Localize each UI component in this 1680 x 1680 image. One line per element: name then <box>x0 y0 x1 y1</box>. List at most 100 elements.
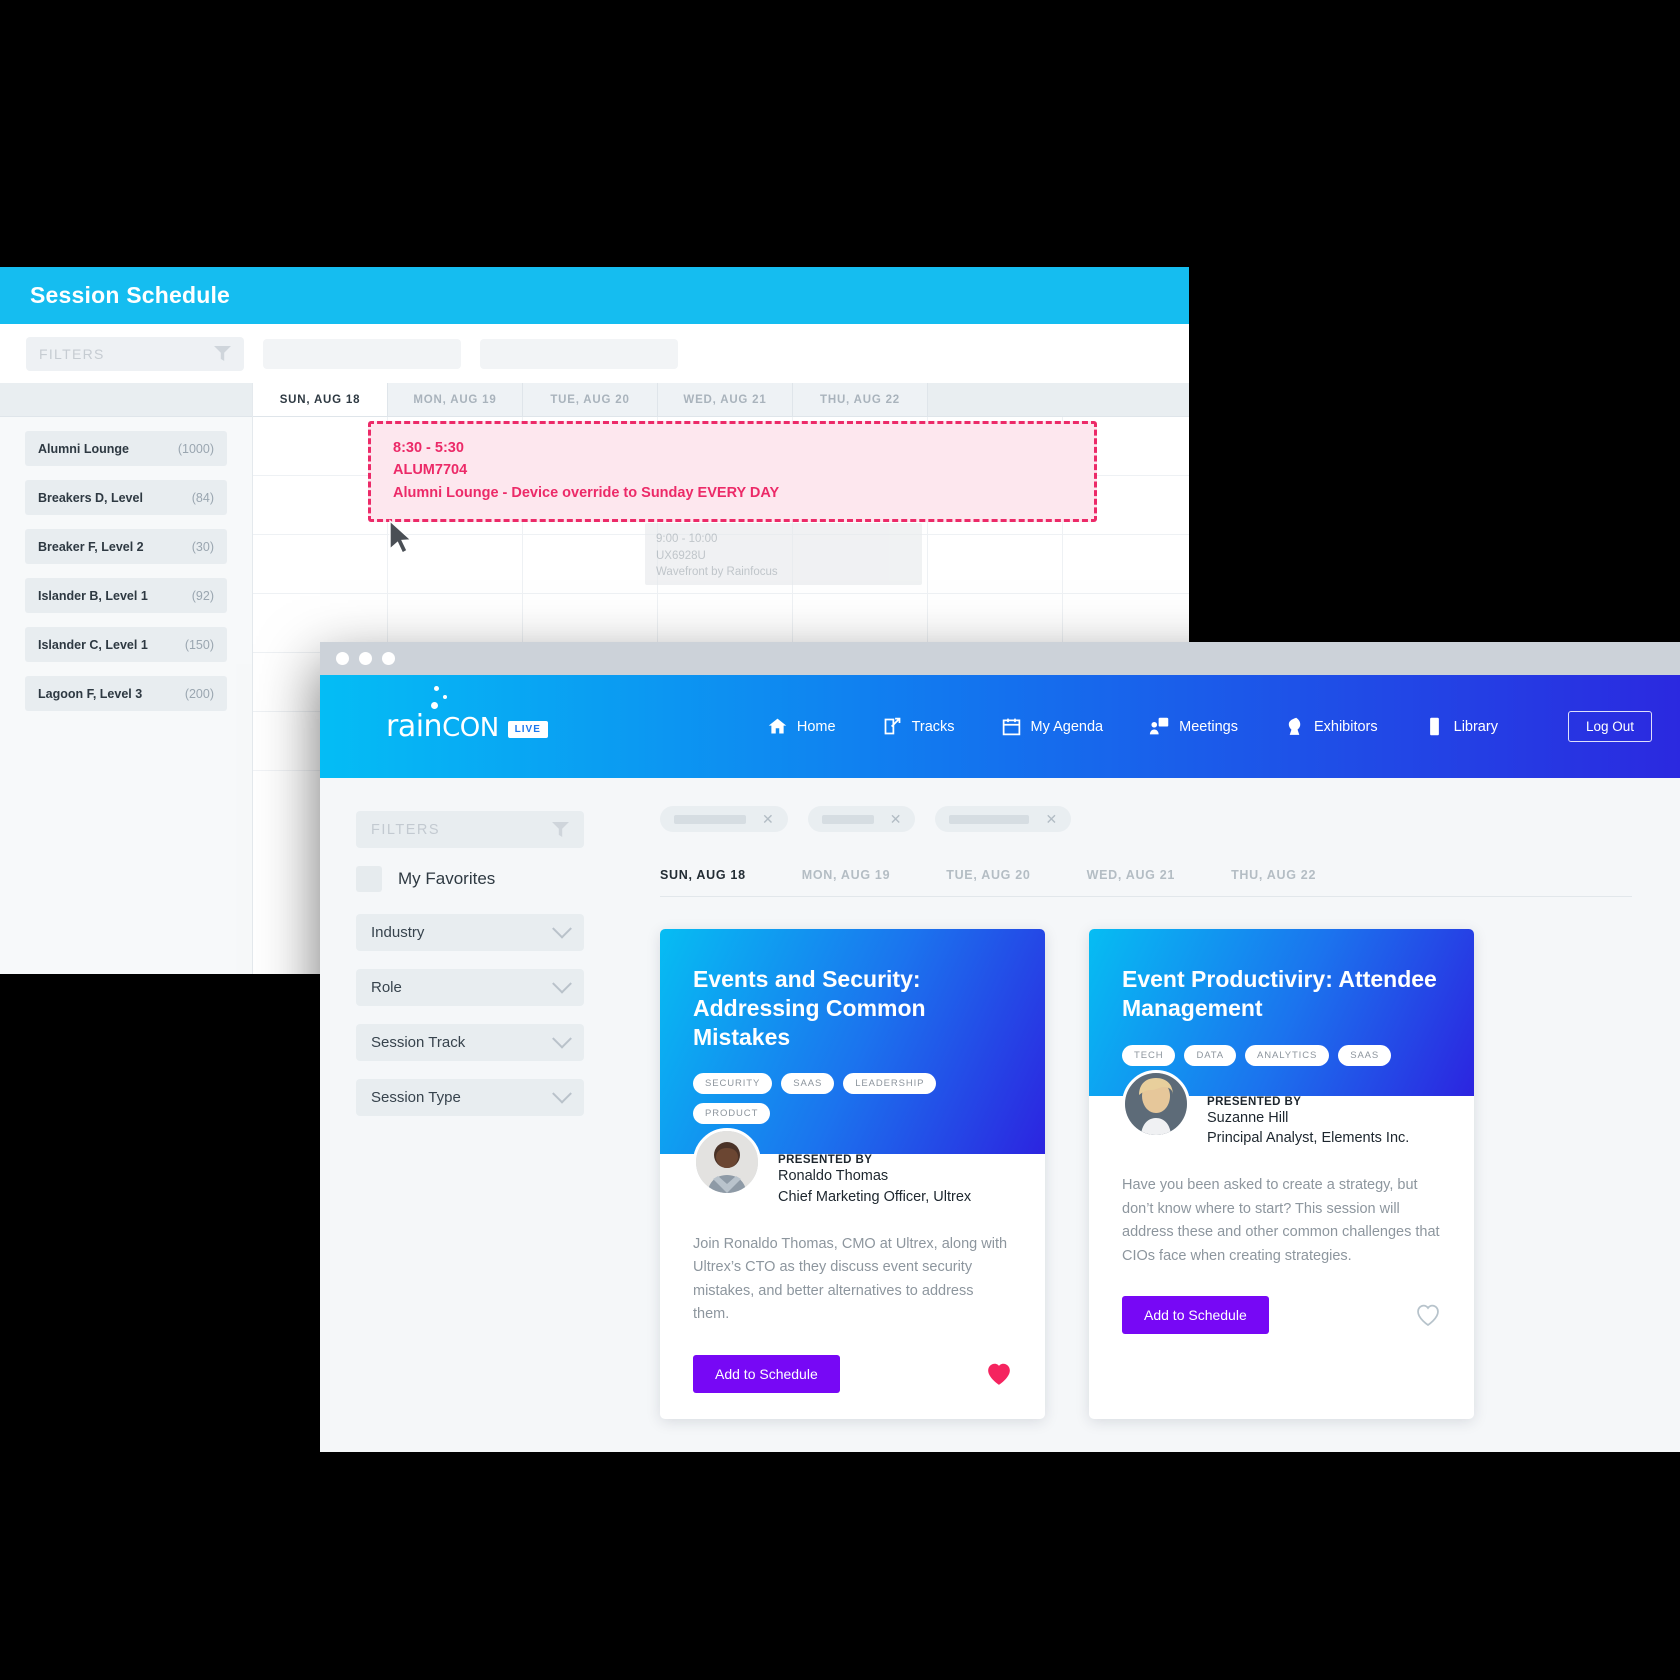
filter-chip-label <box>674 814 746 824</box>
filter-group-session-track[interactable]: Session Track <box>356 1024 584 1061</box>
room-row[interactable]: Islander B, Level 1 (92) <box>25 578 227 613</box>
chevron-down-icon <box>552 1083 572 1104</box>
logout-button[interactable]: Log Out <box>1567 711 1652 742</box>
filter-chip[interactable]: ✕ <box>807 806 916 832</box>
app-body: FILTERS My Favorites Industry Role Sessi… <box>320 778 1680 1452</box>
app-day-tab-thu[interactable]: THU, AUG 22 <box>1231 868 1316 882</box>
session-time: 9:00 - 10:00 <box>656 533 718 545</box>
presenter-meta: PRESENTED BY Ronaldo Thomas Chief Market… <box>778 1128 971 1207</box>
schedule-window-header: Session Schedule <box>0 267 1189 324</box>
schedule-toolbar: FILTERS <box>0 324 1189 383</box>
nav-item-meetings[interactable]: Meetings <box>1149 716 1238 737</box>
window-close-button[interactable] <box>336 652 349 665</box>
schedule-day-tab-sun[interactable]: SUN, AUG 18 <box>253 383 388 416</box>
session-tag[interactable]: SAAS <box>1338 1044 1392 1066</box>
filter-group-label: Role <box>371 979 402 996</box>
filters-sidebar: FILTERS My Favorites Industry Role Sessi… <box>320 778 620 1452</box>
app-day-tab-wed[interactable]: WED, AUG 21 <box>1087 868 1176 882</box>
schedule-day-tab-thu[interactable]: THU, AUG 22 <box>793 383 928 416</box>
app-day-tab-mon[interactable]: MON, AUG 19 <box>802 868 891 882</box>
session-title: Event Productiviry: Attendee Management <box>1122 966 1437 1021</box>
my-favorites-checkbox[interactable] <box>356 866 382 892</box>
my-favorites-row[interactable]: My Favorites <box>356 866 584 892</box>
close-icon[interactable]: ✕ <box>890 812 902 826</box>
room-name: Breaker F, Level 2 <box>38 539 144 554</box>
filter-group-role[interactable]: Role <box>356 969 584 1006</box>
room-name: Lagoon F, Level 3 <box>38 686 143 701</box>
edit-square-icon <box>882 716 903 737</box>
nav-item-tracks[interactable]: Tracks <box>882 716 955 737</box>
nav-item-home[interactable]: Home <box>767 716 836 737</box>
session-tags: SECURITY SAAS LEADERSHIP PRODUCT <box>693 1073 1012 1125</box>
favorite-heart-icon[interactable] <box>1415 1303 1441 1327</box>
chevron-down-icon <box>552 973 572 994</box>
meetings-icon <box>1149 716 1170 737</box>
filter-group-label: Session Track <box>371 1034 466 1051</box>
filter-group-label: Session Type <box>371 1089 461 1106</box>
close-icon[interactable]: ✕ <box>762 812 774 826</box>
sidebar-filters-label: FILTERS <box>371 821 441 838</box>
filter-chip[interactable]: ✕ <box>935 806 1072 832</box>
nav-items: Home Tracks My Agenda Meetings Exhibitor… <box>767 711 1652 742</box>
session-card-actions: Add to Schedule <box>693 1354 1012 1393</box>
favorite-heart-icon[interactable] <box>986 1362 1012 1386</box>
schedule-day-tab-tue[interactable]: TUE, AUG 20 <box>523 383 658 416</box>
session-card[interactable]: Events and Security: Addressing Common M… <box>660 929 1045 1419</box>
search-input[interactable] <box>263 338 461 369</box>
session-tag[interactable]: LEADERSHIP <box>843 1073 937 1095</box>
nav-item-my-agenda[interactable]: My Agenda <box>1001 716 1103 737</box>
sessions-main: ✕ ✕ ✕ SUN, AUG 18 MON, AUG 19 TUE, AUG 2… <box>620 778 1680 1452</box>
app-day-tabs: SUN, AUG 18 MON, AUG 19 TUE, AUG 20 WED,… <box>660 868 1632 897</box>
add-to-schedule-button[interactable]: Add to Schedule <box>1122 1296 1269 1335</box>
session-tag[interactable]: DATA <box>1184 1044 1236 1066</box>
schedule-day-tab-mon[interactable]: MON, AUG 19 <box>388 383 523 416</box>
schedule-day-tab-wed[interactable]: WED, AUG 21 <box>658 383 793 416</box>
filter-group-session-type[interactable]: Session Type <box>356 1079 584 1116</box>
schedule-day-tabs: SUN, AUG 18 MON, AUG 19 TUE, AUG 20 WED,… <box>253 383 1189 417</box>
session-tag[interactable]: PRODUCT <box>693 1103 771 1125</box>
nav-label: Home <box>796 718 836 735</box>
session-tag[interactable]: SAAS <box>781 1073 835 1095</box>
session-tag[interactable]: TECH <box>1122 1044 1176 1066</box>
room-row[interactable]: Lagoon F, Level 3 (200) <box>25 676 227 711</box>
grid-cell[interactable] <box>253 535 388 593</box>
grid-cell[interactable] <box>523 535 658 593</box>
chevron-down-icon <box>552 1028 572 1049</box>
room-capacity: (84) <box>191 490 214 505</box>
room-row[interactable]: Islander C, Level 1 (150) <box>25 627 227 662</box>
sidebar-filters-button[interactable]: FILTERS <box>356 811 584 848</box>
presented-by-label: PRESENTED BY <box>1207 1095 1302 1108</box>
nav-label: Exhibitors <box>1313 718 1378 735</box>
raincon-logo[interactable]: rainCON LIVE <box>386 685 548 742</box>
mouse-cursor-icon <box>388 519 416 562</box>
nav-item-library[interactable]: Library <box>1424 716 1498 737</box>
filter-group-industry[interactable]: Industry <box>356 914 584 951</box>
grid-cell[interactable] <box>1063 535 1189 593</box>
session-card[interactable]: Event Productiviry: Attendee Management … <box>1089 929 1474 1419</box>
filters-button[interactable]: FILTERS <box>26 336 244 371</box>
app-day-tab-sun[interactable]: SUN, AUG 18 <box>660 868 746 882</box>
secondary-filter-input[interactable] <box>480 338 678 369</box>
session-card-header: Events and Security: Addressing Common M… <box>660 929 1045 1155</box>
window-minimize-button[interactable] <box>359 652 372 665</box>
add-to-schedule-button[interactable]: Add to Schedule <box>693 1354 840 1393</box>
close-icon[interactable]: ✕ <box>1045 812 1057 826</box>
active-filter-chips: ✕ ✕ ✕ <box>660 806 1632 832</box>
grid-cell[interactable] <box>928 535 1063 593</box>
logo-wordmark: rainCON <box>386 711 499 742</box>
window-maximize-button[interactable] <box>382 652 395 665</box>
session-tag[interactable]: SECURITY <box>693 1073 773 1095</box>
session-tag[interactable]: ANALYTICS <box>1245 1044 1330 1066</box>
filter-chip[interactable]: ✕ <box>660 806 788 832</box>
chevron-down-icon <box>552 918 572 939</box>
avatar <box>693 1128 761 1197</box>
presented-by-label: PRESENTED BY <box>778 1154 873 1167</box>
room-row[interactable]: Breakers D, Level (84) <box>25 480 227 515</box>
room-row[interactable]: Breaker F, Level 2 (30) <box>25 529 227 564</box>
nav-item-exhibitors[interactable]: Exhibitors <box>1284 716 1378 737</box>
presenter-block: PRESENTED BY Ronaldo Thomas Chief Market… <box>693 1128 1012 1207</box>
session-block[interactable]: 9:00 - 10:00 UX6928U Wavefront by Rainfo… <box>645 523 922 585</box>
app-day-tab-tue[interactable]: TUE, AUG 20 <box>946 868 1030 882</box>
room-capacity: (30) <box>191 539 214 554</box>
room-row[interactable]: Alumni Lounge (1000) <box>25 431 227 466</box>
